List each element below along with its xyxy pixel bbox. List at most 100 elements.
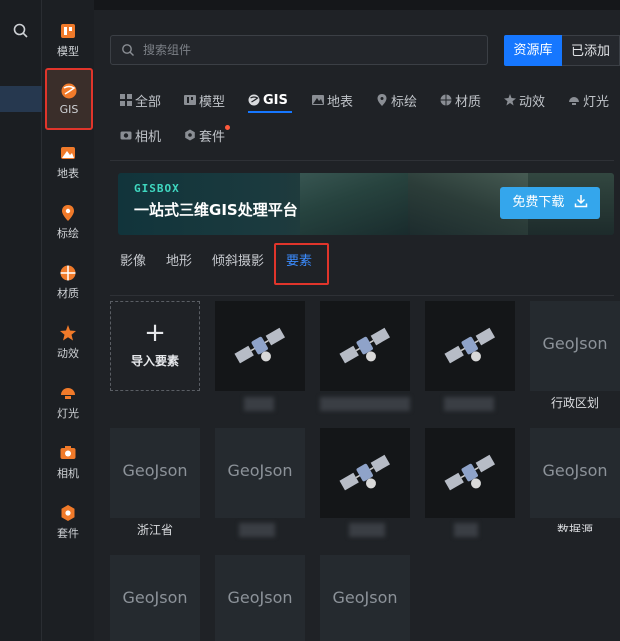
feature-tile[interactable] bbox=[320, 301, 410, 391]
sidebar-item-label: 材质 bbox=[57, 287, 79, 300]
geojson-label: GeoJson bbox=[227, 588, 293, 607]
search-icon[interactable] bbox=[12, 22, 30, 40]
geojson-label: GeoJson bbox=[227, 461, 293, 480]
promo-banner[interactable]: GISBOX 一站式三维GIS处理平台 免费下载 bbox=[118, 173, 614, 235]
download-icon bbox=[574, 195, 587, 208]
feature-tile[interactable] bbox=[425, 301, 515, 391]
feature-tile-zhejiang[interactable]: GeoJson bbox=[110, 428, 200, 518]
satellite-icon bbox=[234, 327, 286, 364]
sidebar-item-effect[interactable]: 动效 bbox=[42, 324, 94, 380]
geojson-label: GeoJson bbox=[542, 461, 608, 480]
sidebar-item-label: 标绘 bbox=[57, 227, 79, 240]
satellite-icon bbox=[444, 454, 496, 491]
tab-library[interactable]: 资源库 bbox=[504, 35, 562, 66]
sidebar-item-gis[interactable]: GIS bbox=[45, 68, 93, 130]
location-pin-icon bbox=[377, 94, 387, 106]
tile-caption: 行政区划 bbox=[550, 396, 599, 410]
material-ball-icon bbox=[440, 94, 452, 106]
category-label: 相机 bbox=[135, 129, 162, 145]
banner-brand-logo: GISBOX bbox=[134, 182, 180, 195]
category-sidebar: 模型 GIS 地表 标绘 材质 动效 灯光 相机 套件 bbox=[42, 0, 94, 641]
selected-tree-row[interactable] bbox=[0, 86, 42, 112]
search-icon bbox=[122, 44, 134, 56]
sidebar-item-plot[interactable]: 标绘 bbox=[42, 204, 94, 260]
sidebar-item-label: 地表 bbox=[57, 167, 79, 180]
free-download-button[interactable]: 免费下载 bbox=[500, 187, 600, 219]
category-label: 材质 bbox=[455, 94, 482, 110]
subtab-imagery[interactable]: 影像 bbox=[120, 250, 146, 270]
grid-icon bbox=[120, 94, 132, 106]
geojson-label: GeoJson bbox=[122, 461, 188, 480]
effect-star-icon bbox=[60, 325, 76, 341]
category-light[interactable]: 灯光 bbox=[568, 89, 609, 111]
import-label: 导入要素 bbox=[130, 354, 179, 368]
gis-globe-icon bbox=[248, 94, 260, 106]
location-pin-icon bbox=[62, 205, 74, 221]
feature-tile-admin[interactable]: GeoJson bbox=[530, 301, 620, 391]
camera-icon bbox=[120, 131, 132, 140]
top-strip bbox=[94, 0, 620, 10]
category-label: 地表 bbox=[327, 94, 354, 110]
light-bulb-icon bbox=[61, 388, 75, 399]
feature-tile[interactable]: GeoJson bbox=[215, 555, 305, 641]
model-icon bbox=[184, 95, 196, 105]
sidebar-item-label: GIS bbox=[59, 103, 79, 116]
subtab-oblique[interactable]: 倾斜摄影 bbox=[212, 250, 264, 270]
blurred-caption bbox=[349, 523, 385, 537]
category-label: 模型 bbox=[199, 94, 226, 110]
blurred-caption bbox=[239, 523, 275, 537]
material-ball-icon bbox=[60, 265, 76, 281]
sidebar-item-light[interactable]: 灯光 bbox=[42, 384, 94, 440]
banner-slogan: 一站式三维GIS处理平台 bbox=[134, 201, 298, 219]
divider bbox=[110, 295, 614, 296]
geojson-label: GeoJson bbox=[122, 588, 188, 607]
category-camera[interactable]: 相机 bbox=[120, 124, 161, 146]
kit-gear-icon bbox=[61, 505, 75, 521]
subtab-terrain[interactable]: 地形 bbox=[166, 250, 192, 270]
category-model[interactable]: 模型 bbox=[184, 89, 225, 111]
sidebar-item-terrain[interactable]: 地表 bbox=[42, 144, 94, 200]
feature-tile[interactable]: GeoJson bbox=[215, 428, 305, 518]
category-label: 标绘 bbox=[391, 94, 418, 110]
category-kit[interactable]: 套件 bbox=[184, 124, 225, 146]
sidebar-item-material[interactable]: 材质 bbox=[42, 264, 94, 320]
feature-tile[interactable] bbox=[215, 301, 305, 391]
sidebar-item-kit[interactable]: 套件 bbox=[42, 504, 94, 560]
feature-tile[interactable]: GeoJson bbox=[110, 555, 200, 641]
plus-icon: + bbox=[144, 318, 166, 348]
category-label: 全部 bbox=[135, 94, 162, 110]
terrain-icon bbox=[312, 95, 324, 105]
category-all[interactable]: 全部 bbox=[120, 89, 161, 111]
sidebar-item-label: 动效 bbox=[57, 347, 79, 360]
new-badge-dot bbox=[225, 125, 230, 130]
blurred-caption bbox=[444, 397, 494, 411]
sidebar-item-camera[interactable]: 相机 bbox=[42, 444, 94, 500]
category-label: 灯光 bbox=[583, 94, 610, 110]
sidebar-item-label: 模型 bbox=[57, 45, 79, 58]
divider bbox=[110, 160, 614, 161]
feature-tile-datasource[interactable]: GeoJson bbox=[530, 428, 620, 518]
category-effect[interactable]: 动效 bbox=[504, 89, 545, 111]
category-label: GIS bbox=[263, 92, 288, 108]
terrain-icon bbox=[61, 147, 75, 159]
feature-tile[interactable] bbox=[320, 428, 410, 518]
category-gis[interactable]: GIS bbox=[248, 89, 288, 111]
import-feature-button[interactable]: + 导入要素 bbox=[110, 301, 200, 391]
outer-sidebar bbox=[0, 0, 42, 641]
blurred-caption bbox=[454, 523, 478, 537]
satellite-icon bbox=[444, 327, 496, 364]
tab-added[interactable]: 已添加 bbox=[562, 35, 620, 66]
banner-image bbox=[300, 173, 410, 235]
active-category-underline bbox=[248, 111, 292, 113]
sidebar-item-label: 套件 bbox=[57, 527, 79, 540]
search-box[interactable] bbox=[110, 35, 488, 65]
search-input[interactable] bbox=[143, 40, 473, 60]
category-plot[interactable]: 标绘 bbox=[376, 89, 417, 111]
category-material[interactable]: 材质 bbox=[440, 89, 481, 111]
category-terrain[interactable]: 地表 bbox=[312, 89, 353, 111]
sidebar-item-label: 相机 bbox=[57, 467, 79, 480]
feature-tile[interactable]: GeoJson bbox=[320, 555, 410, 641]
model-icon bbox=[61, 24, 75, 38]
feature-tile[interactable] bbox=[425, 428, 515, 518]
satellite-icon bbox=[339, 327, 391, 364]
